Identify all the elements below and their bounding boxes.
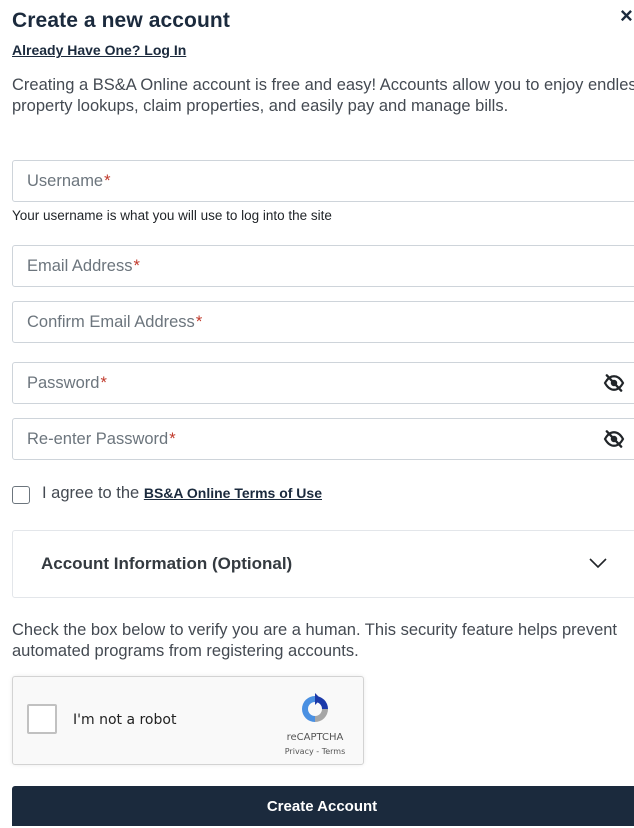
required-marker: *: [104, 172, 111, 190]
reenter-password-placeholder: Re-enter Password*: [27, 430, 176, 448]
terms-label: I agree to the BS&A Online Terms of Use: [42, 484, 322, 503]
recaptcha-logo-icon: [302, 693, 328, 722]
close-button[interactable]: ×: [620, 4, 633, 28]
confirm-email-placeholder: Confirm Email Address*: [27, 313, 203, 331]
create-account-button[interactable]: Create Account: [12, 786, 634, 826]
username-field[interactable]: Username*: [12, 160, 634, 202]
page-title: Create a new account: [12, 9, 230, 32]
intro-text: Creating a BS&A Online account is free a…: [12, 76, 634, 115]
login-link[interactable]: Already Have One? Log In: [12, 42, 186, 58]
required-marker: *: [169, 430, 176, 448]
eye-slash-icon[interactable]: [603, 374, 625, 392]
required-marker: *: [100, 374, 107, 392]
username-help: Your username is what you will use to lo…: [12, 208, 332, 223]
recaptcha-terms-link[interactable]: Privacy - Terms: [273, 747, 357, 756]
chevron-down-icon: [589, 558, 607, 569]
email-placeholder: Email Address*: [27, 257, 140, 275]
close-icon: ×: [620, 3, 633, 28]
password-field[interactable]: Password*: [12, 362, 634, 404]
recaptcha-checkbox[interactable]: [27, 704, 57, 734]
verify-text: Check the box below to verify you are a …: [12, 621, 618, 660]
email-field[interactable]: Email Address*: [12, 245, 634, 287]
confirm-email-field[interactable]: Confirm Email Address*: [12, 301, 634, 343]
recaptcha-widget: I'm not a robot reCAPTCHA Privacy - Term…: [12, 676, 364, 765]
reenter-password-field[interactable]: Re-enter Password*: [12, 418, 634, 460]
recaptcha-label: I'm not a robot: [73, 712, 177, 728]
eye-slash-icon[interactable]: [603, 430, 625, 448]
terms-checkbox[interactable]: [12, 486, 30, 504]
required-marker: *: [195, 313, 203, 331]
accordion-title: Account Information (Optional): [41, 554, 293, 573]
required-marker: *: [133, 257, 140, 275]
recaptcha-brand: reCAPTCHA: [286, 732, 344, 743]
password-placeholder: Password*: [27, 374, 107, 392]
terms-link[interactable]: BS&A Online Terms of Use: [144, 485, 322, 501]
username-placeholder: Username*: [27, 172, 111, 190]
terms-prefix: I agree to the: [42, 484, 140, 502]
account-info-accordion[interactable]: Account Information (Optional): [12, 530, 634, 598]
